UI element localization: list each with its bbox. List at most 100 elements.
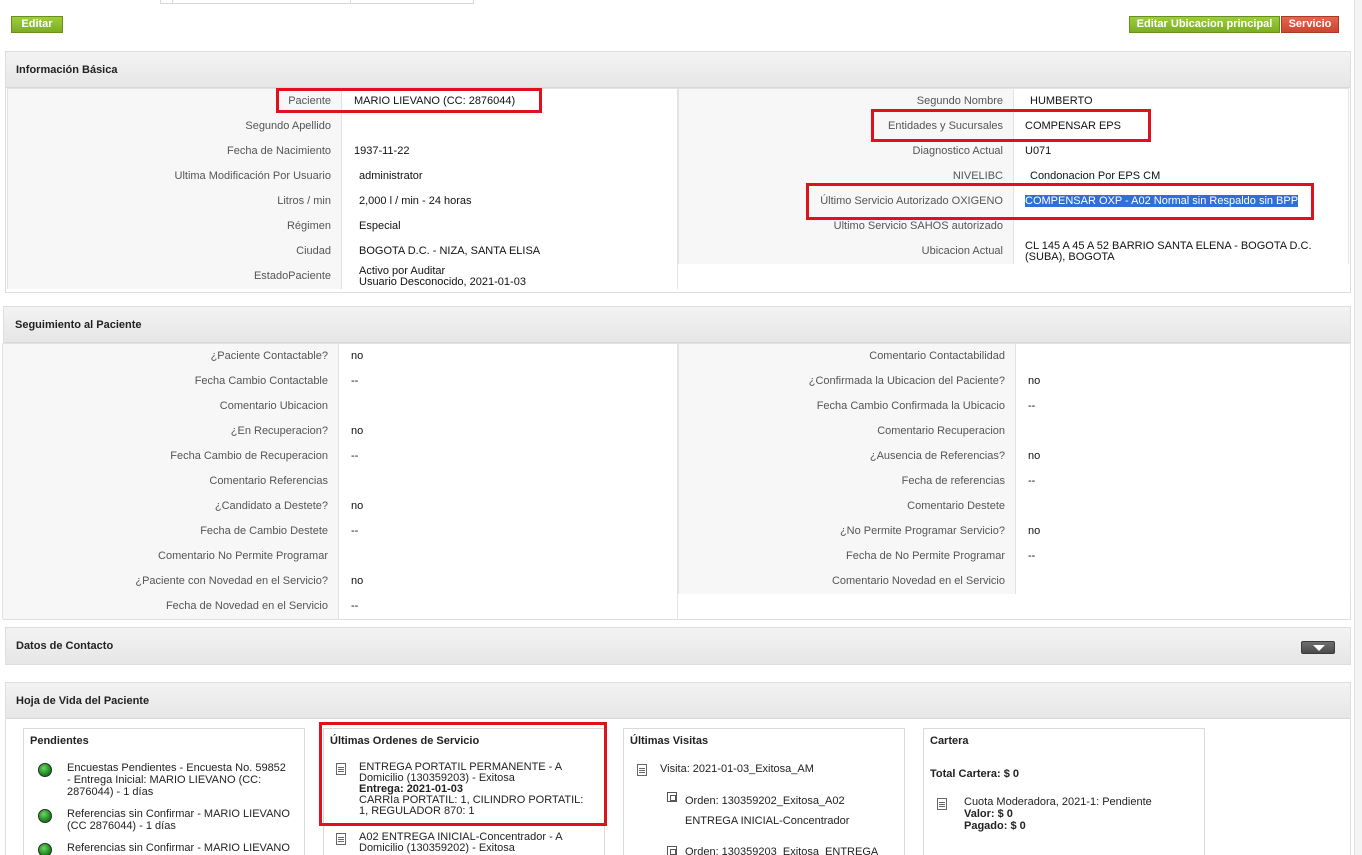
item-line: Domicilio (130359202) - Exitosa <box>359 842 515 854</box>
list-item[interactable]: ENTREGA PORTATIL PERMANENTE - A Domicili… <box>359 762 599 817</box>
field-label: Comentario Ubicacion <box>3 394 339 419</box>
list-item[interactable]: Orden: 130359203_Exitosa_ENTREGA <box>685 846 878 855</box>
oxygen-service-value[interactable]: COMPENSAR OXP - A02 Normal sin Respaldo … <box>1014 189 1348 214</box>
status-line: Usuario Desconocido, 2021-01-03 <box>359 276 526 288</box>
visit-item[interactable]: Visita: 2021-01-03_Exitosa_AM <box>660 763 814 775</box>
field-label: Comentario No Permite Programar <box>3 544 339 569</box>
basic-info-left-grid: Paciente MARIO LIEVANO (CC: 2876044) Seg… <box>7 88 678 289</box>
pending-title: Pendientes <box>30 735 89 747</box>
field-value: no <box>339 344 677 369</box>
patient-status-value: Activo por Auditar Usuario Desconocido, … <box>342 264 677 289</box>
table-row: Comentario Destete <box>679 494 1350 519</box>
basic-info-right-grid: Segundo Nombre HUMBERTO Entidades y Sucu… <box>678 88 1349 264</box>
table-row: ¿Ausencia de Referencias? no <box>679 444 1350 469</box>
document-icon <box>336 763 346 775</box>
field-label: Comentario Destete <box>679 494 1016 519</box>
field-label: Ultimo Servicio SAHOS autorizado <box>679 214 1014 239</box>
item-line: 1, REGULADOR 870: 1 <box>359 805 475 817</box>
status-ok-icon <box>38 809 52 823</box>
field-value: U071 <box>1014 139 1348 164</box>
tab-strip <box>0 0 1362 4</box>
table-row: Fecha Cambio Confirmada la Ubicacio -- <box>679 394 1350 419</box>
selected-text[interactable]: COMPENSAR OXP - A02 Normal sin Respaldo … <box>1025 195 1299 207</box>
field-label: Comentario Recuperacion <box>679 419 1016 444</box>
table-row: NIVELIBC Condonacion Por EPS CM <box>679 164 1348 189</box>
vertical-scrollbar[interactable] <box>1354 0 1362 855</box>
item-line: - Entrega Inicial: MARIO LIEVANO (CC: <box>67 774 262 786</box>
field-value <box>1016 569 1350 594</box>
field-value: COMPENSAR EPS <box>1014 114 1348 139</box>
field-label: Comentario Novedad en el Servicio <box>679 569 1016 594</box>
order-icon <box>667 792 677 802</box>
list-item[interactable]: Cuota Moderadora, 2021-1: Pendiente Valo… <box>964 796 1152 832</box>
list-item[interactable]: Referencias sin Confirmar - MARIO LIEVAN… <box>67 808 302 832</box>
table-row: Ultima Modificación Por Usuario administ… <box>8 164 677 189</box>
table-row: Comentario Contactabilidad <box>679 344 1350 369</box>
edit-button[interactable]: Editar <box>11 16 63 33</box>
field-label: Fecha de No Permite Programar <box>679 544 1016 569</box>
field-value: -- <box>339 594 677 619</box>
field-value: no <box>1016 369 1350 394</box>
location-line: (SUBA), BOGOTA <box>1025 251 1115 263</box>
table-row: ¿Confirmada la Ubicacion del Paciente? no <box>679 369 1350 394</box>
item-line: Referencias sin Confirmar - MARIO LIEVAN… <box>67 808 290 820</box>
field-label: ¿Paciente con Novedad en el Servicio? <box>3 569 339 594</box>
field-value <box>1014 214 1348 239</box>
field-value: -- <box>1016 394 1350 419</box>
field-label: Segundo Apellido <box>8 114 342 139</box>
table-row: Segundo Apellido <box>8 114 677 139</box>
status-ok-icon <box>38 763 52 777</box>
field-value: no <box>339 419 677 444</box>
field-value: no <box>1016 444 1350 469</box>
field-value: HUMBERTO <box>1014 89 1348 114</box>
list-item[interactable]: Referencias sin Confirmar - MARIO LIEVAN… <box>67 842 302 854</box>
contact-title: Datos de Contacto <box>6 628 1350 664</box>
status-ok-icon <box>38 843 52 855</box>
field-label: Régimen <box>8 214 342 239</box>
field-label: Litros / min <box>8 189 342 214</box>
field-label: Fecha de Nacimiento <box>8 139 342 164</box>
table-row: Fecha Cambio de Recuperacion -- <box>3 444 677 469</box>
table-row: Paciente MARIO LIEVANO (CC: 2876044) <box>8 89 677 114</box>
contact-section[interactable]: Datos de Contacto <box>5 627 1351 665</box>
field-value: no <box>339 494 677 519</box>
field-label: Ubicacion Actual <box>679 239 1014 264</box>
followup-left-grid: ¿Paciente Contactable? no Fecha Cambio Co… <box>2 343 678 619</box>
field-label: Paciente <box>8 89 342 114</box>
list-item[interactable]: A02 ENTREGA INICIAL-Concentrador - A Dom… <box>359 832 599 854</box>
list-item[interactable]: Encuestas Pendientes - Encuesta No. 5985… <box>67 762 302 798</box>
table-row: Ultimo Servicio SAHOS autorizado <box>679 214 1348 239</box>
field-value <box>339 544 677 569</box>
field-label: ¿No Permite Programar Servicio? <box>679 519 1016 544</box>
field-value <box>342 114 677 139</box>
field-label: ¿Candidato a Destete? <box>3 494 339 519</box>
field-label: ¿Confirmada la Ubicacion del Paciente? <box>679 369 1016 394</box>
service-button[interactable]: Servicio <box>1281 16 1339 33</box>
field-label: Fecha Cambio de Recuperacion <box>3 444 339 469</box>
field-value: no <box>1016 519 1350 544</box>
edit-main-location-button[interactable]: Editar Ubicacion principal <box>1129 16 1280 33</box>
followup-title: Seguimiento al Paciente <box>4 307 1350 343</box>
field-value <box>1016 419 1350 444</box>
table-row: Comentario Referencias <box>3 469 677 494</box>
patient-value: MARIO LIEVANO (CC: 2876044) <box>342 89 677 114</box>
table-row: Comentario Recuperacion <box>679 419 1350 444</box>
table-row: ¿En Recuperacion? no <box>3 419 677 444</box>
table-row: Ciudad BOGOTA D.C. - NIZA, SANTA ELISA <box>8 239 677 264</box>
table-row: Fecha de Cambio Destete -- <box>3 519 677 544</box>
field-value: 2,000 l / min - 24 horas <box>342 189 677 214</box>
item-line: Encuestas Pendientes - Encuesta No. 5985… <box>67 762 286 774</box>
expand-toggle-button[interactable] <box>1301 641 1335 654</box>
field-label: Ultima Modificación Por Usuario <box>8 164 342 189</box>
item-line: (CC 2876044) - 1 días <box>67 820 176 832</box>
field-label: Segundo Nombre <box>679 89 1014 114</box>
table-row: Fecha de Nacimiento 1937-11-22 <box>8 139 677 164</box>
list-item[interactable]: Orden: 130359202_Exitosa_A02 ENTREGA INI… <box>685 791 849 831</box>
item-line: Referencias sin Confirmar - MARIO LIEVAN… <box>67 842 290 854</box>
field-value: 1937-11-22 <box>342 139 677 164</box>
field-label: Fecha de Cambio Destete <box>3 519 339 544</box>
document-icon <box>336 833 346 845</box>
table-row: ¿Paciente con Novedad en el Servicio? no <box>3 569 677 594</box>
field-value: no <box>339 569 677 594</box>
order-icon <box>667 846 677 855</box>
